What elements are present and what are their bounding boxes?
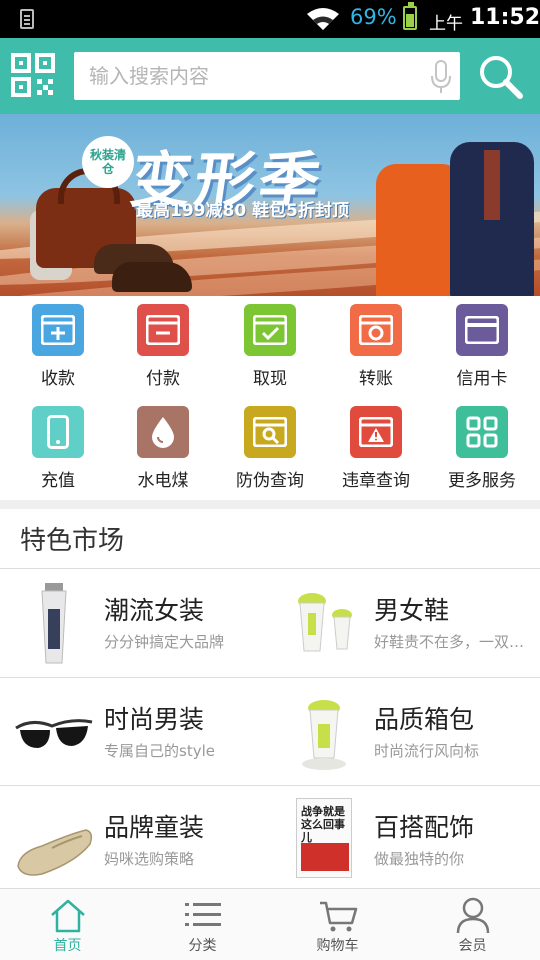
nav-label: 购物车 xyxy=(316,938,359,954)
clock: 11:52 xyxy=(470,5,540,30)
wifi-icon xyxy=(307,8,339,30)
service-label: 防伪查询 xyxy=(236,471,304,491)
cart-icon xyxy=(320,901,358,932)
list-icon xyxy=(185,903,221,926)
nav-category[interactable]: 分类 xyxy=(135,889,270,960)
market-item-womens-fashion[interactable]: 潮流女装 分分钟搞定大品牌 xyxy=(0,569,270,677)
garment-steamer-image xyxy=(298,593,352,652)
market-item-desc: 分分钟搞定大品牌 xyxy=(104,633,225,651)
pay-icon xyxy=(137,304,189,356)
utilities-icon xyxy=(137,406,189,458)
nav-member[interactable]: 会员 xyxy=(405,889,540,960)
market-item-bags[interactable]: 品质箱包 时尚流行风向标 xyxy=(270,678,540,786)
bottom-nav: 首页 分类 购物车 会员 xyxy=(0,888,540,960)
market-item-name: 时尚男装 xyxy=(104,705,205,734)
service-label: 充值 xyxy=(41,471,75,491)
shoe-image xyxy=(112,262,192,292)
cosmetic-tube-image xyxy=(41,583,67,664)
search-box xyxy=(74,52,460,100)
service-label: 转账 xyxy=(359,369,393,389)
market-item-kids-clothing[interactable]: 品牌童装 妈咪选购策略 xyxy=(0,786,270,894)
service-label: 信用卡 xyxy=(456,369,508,389)
book-title: 战争就是这么回事儿 xyxy=(301,805,345,844)
market-item-mens-fashion[interactable]: 时尚男装 专属自己的style xyxy=(0,678,270,786)
navy-suit-image xyxy=(450,142,534,296)
battery-percent: 69% xyxy=(350,5,397,29)
nav-label: 分类 xyxy=(188,938,217,954)
time-period: 上午 xyxy=(429,14,463,34)
market-item-shoes[interactable]: 男女鞋 好鞋贵不在多，一双… xyxy=(270,569,540,677)
battery-icon xyxy=(403,2,417,30)
service-label: 付款 xyxy=(146,369,180,389)
service-grid: 收款 付款 取现 转账 信用卡 充值 水电煤 防伪查询 违章查询 更多服务 xyxy=(0,296,540,500)
sim-icon xyxy=(20,9,34,29)
service-transfer[interactable]: 转账 xyxy=(322,296,430,398)
status-bar: 69% 上午 11:52 xyxy=(0,0,540,38)
market-item-desc: 专属自己的style xyxy=(104,742,215,760)
service-label: 收款 xyxy=(41,369,75,389)
header-bar xyxy=(0,38,540,114)
qr-code-icon[interactable] xyxy=(10,52,56,98)
market-item-desc: 时尚流行风向标 xyxy=(374,742,480,760)
credit-card-icon xyxy=(456,304,508,356)
service-withdraw[interactable]: 取现 xyxy=(216,296,324,398)
more-services-icon xyxy=(456,406,508,458)
market-item-name: 品牌童装 xyxy=(104,813,205,842)
nav-home[interactable]: 首页 xyxy=(0,889,135,960)
traffic-violation-icon xyxy=(350,406,402,458)
service-label: 取现 xyxy=(253,369,287,389)
service-credit-card[interactable]: 信用卡 xyxy=(428,296,536,398)
home-icon xyxy=(51,899,85,933)
service-label: 违章查询 xyxy=(342,471,410,491)
service-label: 更多服务 xyxy=(448,471,516,491)
sunglasses-image xyxy=(15,719,93,748)
service-anti-counterfeit[interactable]: 防伪查询 xyxy=(216,398,324,500)
section-divider xyxy=(0,500,540,509)
market-item-desc: 做最独特的你 xyxy=(374,850,465,868)
section-title: 特色市场 xyxy=(20,526,125,556)
search-icon[interactable] xyxy=(476,52,524,100)
service-receive-money[interactable]: 收款 xyxy=(4,296,112,398)
market-item-name: 百搭配饰 xyxy=(374,813,475,842)
market-item-desc: 妈咪选购策略 xyxy=(104,850,195,868)
market-item-name: 潮流女装 xyxy=(104,596,205,625)
service-more[interactable]: 更多服务 xyxy=(428,398,536,500)
user-icon xyxy=(456,897,490,934)
loafer-shoe-image xyxy=(17,829,93,876)
service-phone-recharge[interactable]: 充值 xyxy=(4,398,112,500)
receive-money-icon xyxy=(32,304,84,356)
transfer-icon xyxy=(350,304,402,356)
service-pay[interactable]: 付款 xyxy=(109,296,217,398)
anti-counterfeit-search-icon xyxy=(244,406,296,458)
service-utilities[interactable]: 水电煤 xyxy=(109,398,217,500)
service-traffic-violation[interactable]: 违章查询 xyxy=(322,398,430,500)
clearance-badge: 秋装清仓 xyxy=(82,136,134,188)
book-image: 战争就是这么回事儿 xyxy=(296,798,352,878)
search-input[interactable] xyxy=(74,52,424,100)
handheld-steamer-image xyxy=(302,700,346,770)
nav-label: 会员 xyxy=(458,938,487,954)
banner-subtitle: 最高199减80 鞋包5折封顶 xyxy=(136,201,349,221)
market-item-name: 品质箱包 xyxy=(374,705,475,734)
market-item-desc: 好鞋贵不在多，一双… xyxy=(374,633,525,651)
service-label: 水电煤 xyxy=(137,471,189,491)
microphone-icon[interactable] xyxy=(430,60,452,94)
market-item-name: 男女鞋 xyxy=(374,596,450,625)
market-item-accessories[interactable]: 战争就是这么回事儿 百搭配饰 做最独特的你 xyxy=(270,786,540,894)
nav-cart[interactable]: 购物车 xyxy=(270,889,405,960)
withdraw-icon xyxy=(244,304,296,356)
phone-recharge-icon xyxy=(32,406,84,458)
promo-banner[interactable]: 秋装清仓 变形季 最高199减80 鞋包5折封顶 xyxy=(0,114,540,296)
nav-label: 首页 xyxy=(53,938,82,954)
